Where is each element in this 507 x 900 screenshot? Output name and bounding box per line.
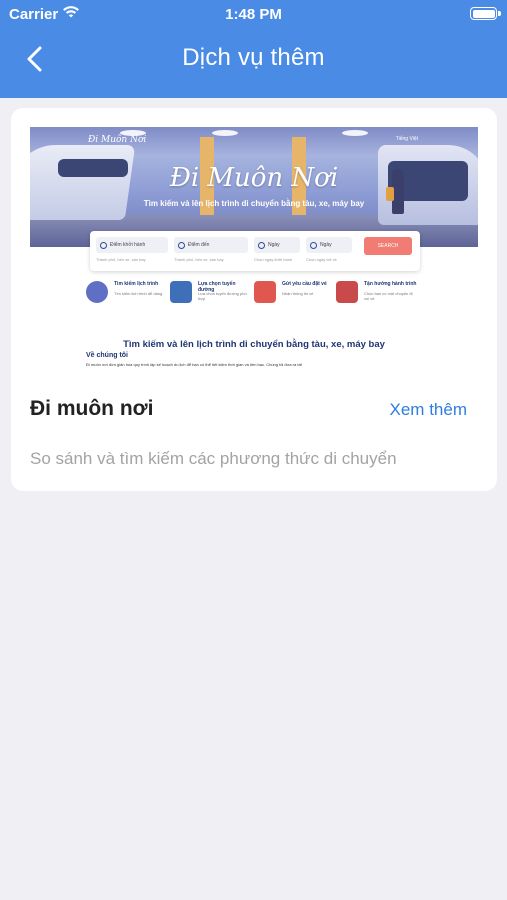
page-title: Dịch vụ thêm: [182, 44, 325, 71]
service-card[interactable]: Đi Muôn Nơi Tiếng Việt Đi Muôn Nơi Tìm k…: [11, 108, 497, 491]
preview-date1-hint: Chọn ngày khởi hành: [254, 257, 293, 262]
preview-feature: Lựa chọn tuyến đường Lựa chọn tuyến đườn…: [170, 279, 252, 311]
preview-date2-field: Ngày: [306, 237, 352, 253]
service-name: Đi muôn nơi: [30, 397, 154, 420]
preview-hero-title: Đi Muôn Nơi: [169, 163, 339, 193]
see-more-link[interactable]: Xem thêm: [390, 400, 467, 420]
status-bar: Carrier 1:48 PM: [0, 0, 507, 28]
preview-from-hint: Thành phố, bến xe, sân bay: [96, 257, 146, 262]
preview-hero: Đi Muôn Nơi Tiếng Việt Đi Muôn Nơi Tìm k…: [30, 127, 478, 247]
nav-header: Carrier 1:48 PM Dịch vụ thêm: [0, 0, 507, 98]
preview-feature: Gửi yêu cầu đặt vé Nhận thông tin vé: [254, 279, 336, 311]
preview-from-field: Điểm khởi hành: [96, 237, 168, 253]
preview-about-text: Đi muôn nơi đơn giản hóa quy trình lập k…: [86, 362, 302, 367]
battery-tip: [498, 11, 501, 16]
status-time: 1:48 PM: [225, 6, 282, 23]
preview-date1-field: Ngày: [254, 237, 300, 253]
battery-icon: [470, 7, 497, 20]
service-description: So sánh và tìm kiếm các phương thức di c…: [30, 449, 397, 468]
preview-to-hint: Thành phố, bến xe, sân bay: [174, 257, 224, 262]
preview-feature: Tận hưởng hành trình Chúc bạn có một chu…: [336, 279, 418, 311]
search-schedule-icon: [86, 281, 108, 303]
preview-hero-subtitle: Tìm kiếm và lên lịch trình di chuyển bằn…: [143, 199, 365, 208]
preview-to-field: Điểm đến: [174, 237, 248, 253]
service-preview-image[interactable]: Đi Muôn Nơi Tiếng Việt Đi Muôn Nơi Tìm k…: [30, 127, 478, 372]
preview-date2-hint: Chọn ngày trở về: [306, 257, 337, 262]
preview-logo: Đi Muôn Nơi: [88, 135, 147, 145]
preview-search-button: SEARCH: [364, 237, 412, 255]
preview-feature: Tìm kiếm lịch trình Tìm kiếm lịch trình …: [86, 279, 168, 311]
preview-language: Tiếng Việt: [395, 136, 418, 142]
preview-text-heading: Tìm kiếm và lên lịch trình di chuyển bằn…: [123, 339, 385, 350]
luggage-icon: [336, 281, 358, 303]
preview-about-heading: Về chúng tôi: [86, 352, 128, 359]
ticket-icon: [254, 281, 276, 303]
preview-search-box: Điểm khởi hành Điểm đến Ngày Ngày Thành …: [90, 231, 420, 271]
route-map-icon: [170, 281, 192, 303]
